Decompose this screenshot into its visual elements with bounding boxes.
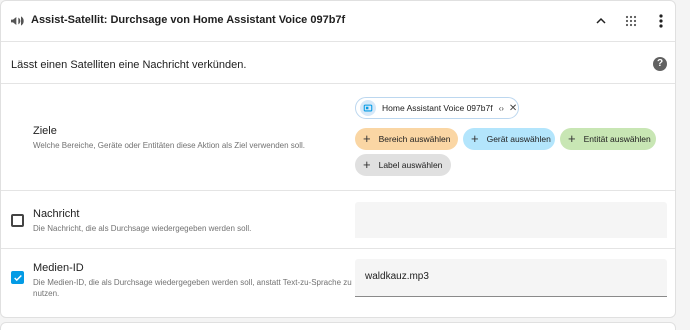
message-title: Nachricht — [33, 208, 80, 220]
more-vertical-icon — [659, 14, 663, 28]
more-options-button[interactable] — [651, 11, 671, 31]
description-divider — [1, 83, 675, 84]
header-divider — [1, 41, 675, 42]
media-checkbox[interactable] — [11, 271, 24, 284]
add-device-label: Gerät auswählen — [486, 134, 551, 144]
device-icon — [360, 100, 376, 116]
media-value: waldkauz.mp3 — [365, 271, 429, 282]
targets-divider — [1, 190, 675, 191]
drag-handle-button[interactable] — [621, 11, 641, 31]
message-field[interactable] — [355, 202, 667, 238]
targets-description: Welche Bereiche, Geräte oder Entitäten d… — [33, 141, 305, 150]
action-description: Lässt einen Satelliten eine Nachricht ve… — [11, 59, 247, 71]
targets-title: Ziele — [33, 125, 57, 137]
add-label-button[interactable]: + Label auswählen — [355, 154, 451, 176]
plus-icon: + — [363, 157, 371, 172]
media-description: Die Medien-ID, die als Durchsage wiederg… — [33, 278, 352, 298]
plus-icon: + — [568, 131, 576, 146]
expand-icon[interactable]: ‹› — [499, 104, 504, 113]
add-area-button[interactable]: + Bereich auswählen — [355, 128, 458, 150]
plus-icon: + — [471, 131, 479, 146]
plus-icon: + — [363, 131, 371, 146]
card-header[interactable]: Assist-Satellit: Durchsage von Home Assi… — [1, 1, 675, 41]
media-title: Medien-ID — [33, 262, 84, 274]
target-device-chip[interactable]: Home Assistant Voice 097b7f ‹› ✕ — [355, 97, 519, 119]
megaphone-icon — [9, 13, 25, 29]
add-area-label: Bereich auswählen — [378, 134, 451, 144]
add-entity-label: Entität auswählen — [583, 134, 651, 144]
card-title: Assist-Satellit: Durchsage von Home Assi… — [31, 14, 346, 26]
chevron-up-icon — [596, 17, 606, 24]
message-divider — [1, 248, 675, 249]
close-icon[interactable]: ✕ — [509, 103, 517, 114]
message-checkbox[interactable] — [11, 214, 24, 227]
action-card: Assist-Satellit: Durchsage von Home Assi… — [0, 0, 676, 318]
check-icon — [13, 274, 22, 281]
target-device-label: Home Assistant Voice 097b7f — [382, 103, 493, 113]
add-entity-button[interactable]: + Entität auswählen — [560, 128, 656, 150]
next-card — [0, 322, 676, 330]
help-icon[interactable]: ? — [653, 57, 667, 71]
media-field[interactable]: waldkauz.mp3 — [355, 259, 667, 297]
message-description: Die Nachricht, die als Durchsage wiederg… — [33, 224, 252, 233]
add-label-label: Label auswählen — [378, 160, 443, 170]
collapse-button[interactable] — [591, 11, 611, 31]
grid-dots-icon — [625, 15, 637, 27]
add-device-button[interactable]: + Gerät auswählen — [463, 128, 555, 150]
